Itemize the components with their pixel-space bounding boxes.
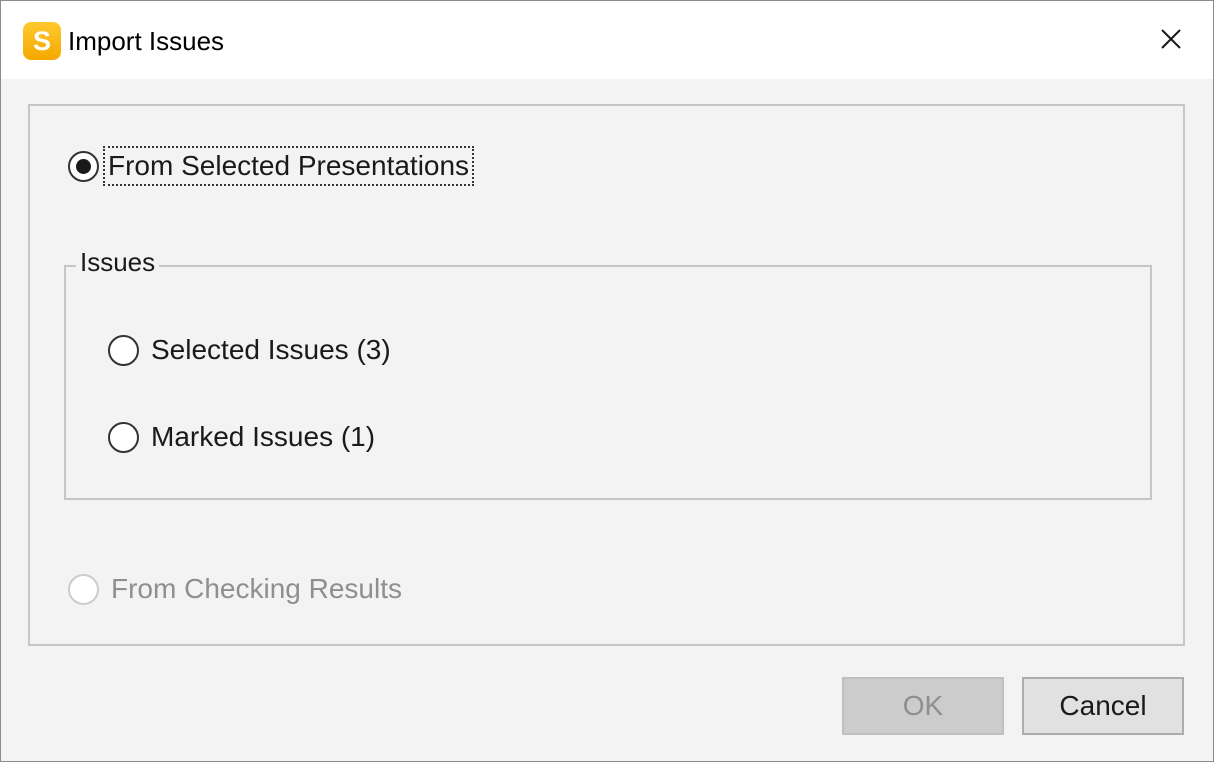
ok-button[interactable]: OK (842, 677, 1004, 735)
import-issues-dialog: S Import Issues From Selected Presentati… (0, 0, 1214, 762)
import-source-panel: From Selected Presentations Issues Selec… (28, 104, 1185, 646)
radio-button[interactable] (108, 334, 139, 366)
app-logo-icon: S (23, 22, 61, 60)
issues-group-box: Issues Selected Issues (3) Marked Issues… (64, 247, 1152, 500)
radio-from-selected-presentations[interactable]: From Selected Presentations (68, 146, 475, 186)
radio-button-disabled[interactable] (68, 573, 99, 605)
radio-marked-issues[interactable]: Marked Issues (1) (108, 421, 375, 453)
radio-label: From Checking Results (111, 573, 402, 604)
cancel-button[interactable]: Cancel (1022, 677, 1184, 735)
radio-button[interactable] (108, 421, 139, 453)
issues-group-legend: Issues (76, 247, 160, 278)
title-bar: S Import Issues (1, 1, 1213, 79)
radio-label: From Selected Presentations (102, 146, 475, 186)
radio-label: Marked Issues (1) (151, 421, 376, 452)
radio-button-checked[interactable] (68, 150, 99, 182)
radio-label: Selected Issues (3) (151, 334, 391, 365)
close-button[interactable] (1145, 13, 1197, 65)
window-title: Import Issues (68, 26, 225, 56)
radio-selected-issues[interactable]: Selected Issues (3) (108, 334, 391, 366)
radio-from-checking-results[interactable]: From Checking Results (68, 573, 402, 605)
close-icon (1161, 29, 1181, 49)
